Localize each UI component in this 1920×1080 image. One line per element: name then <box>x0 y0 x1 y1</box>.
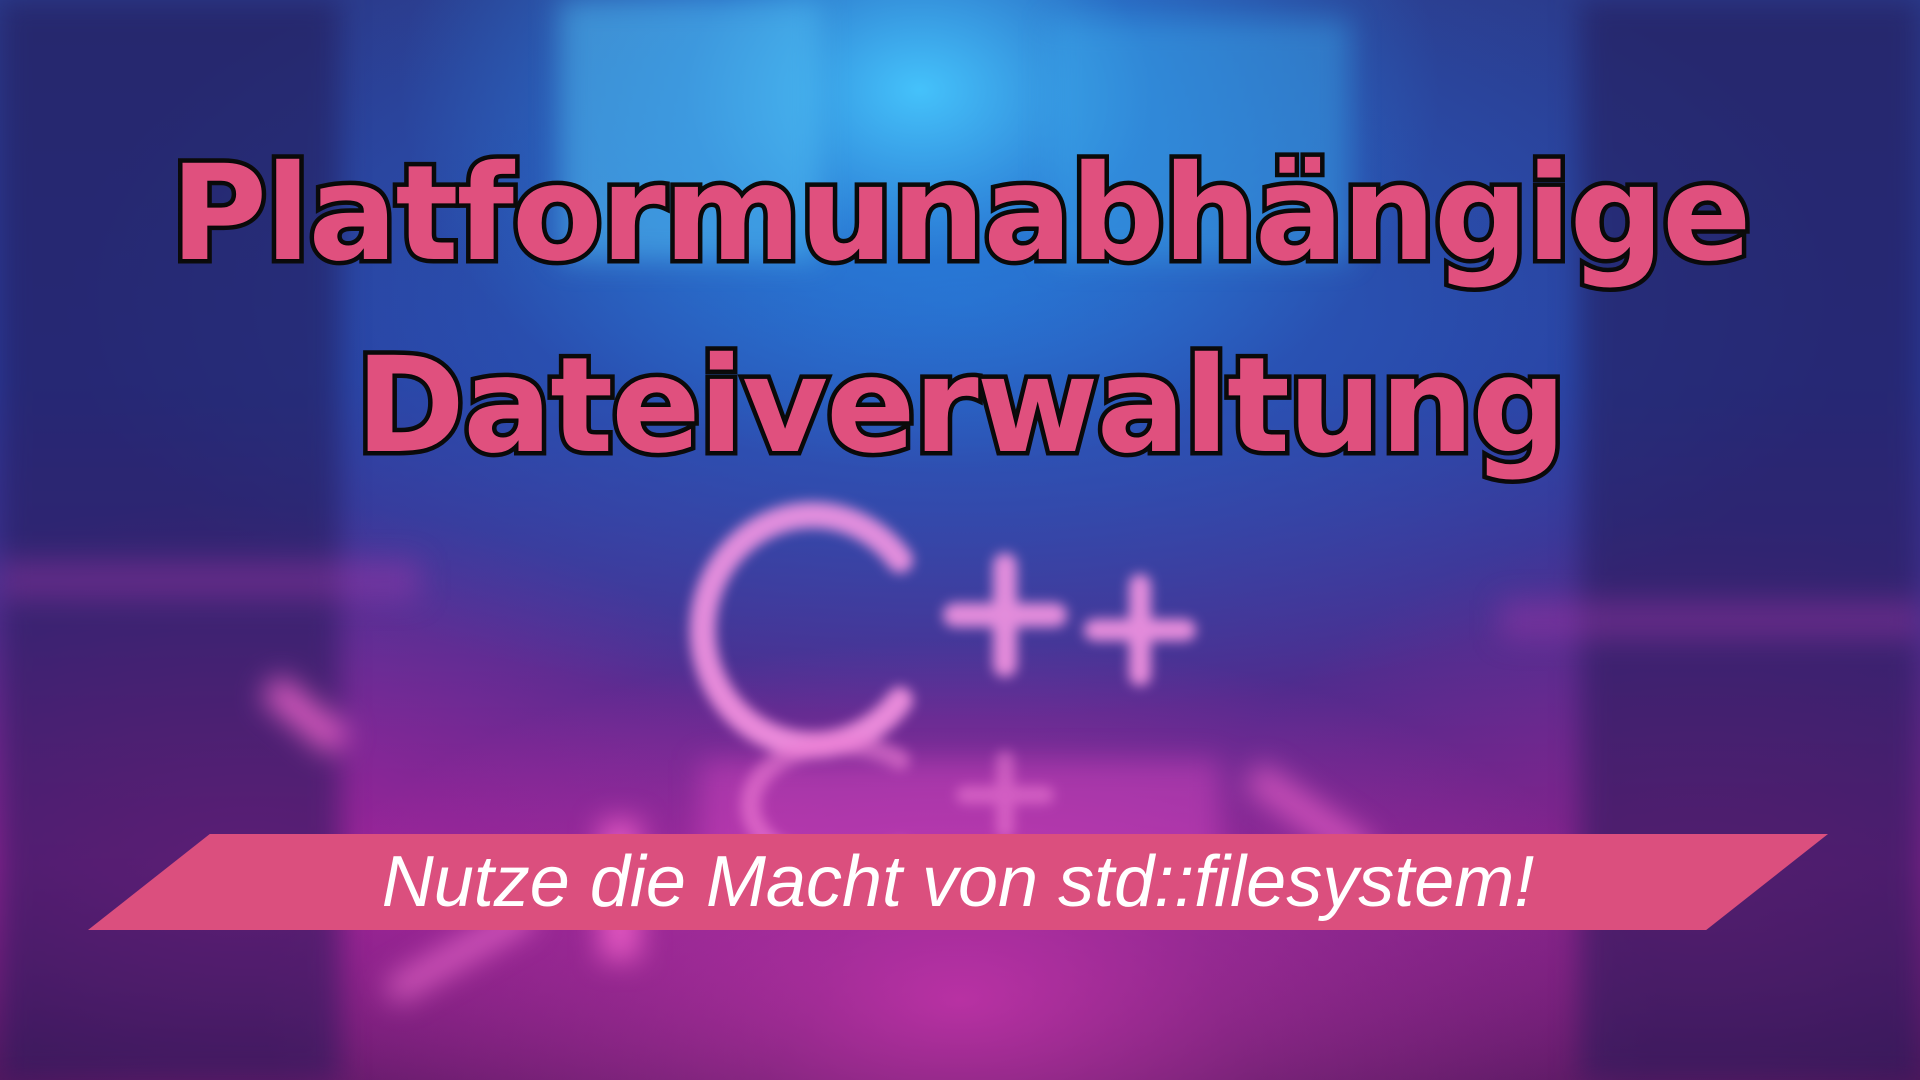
title-line-1: Platformunabhängige <box>166 133 1756 296</box>
subtitle-banner: Nutze die Macht von std::filesystem! <box>88 834 1828 930</box>
title-line-2: Dateiverwaltung <box>351 325 1571 488</box>
banner-text: Nutze die Macht von std::filesystem! <box>381 842 1535 922</box>
page-title: Platformunabhängige Dateiverwaltung <box>0 118 1920 502</box>
thumbnail-canvas: Platformunabhängige Dateiverwaltung Nutz… <box>0 0 1920 1080</box>
